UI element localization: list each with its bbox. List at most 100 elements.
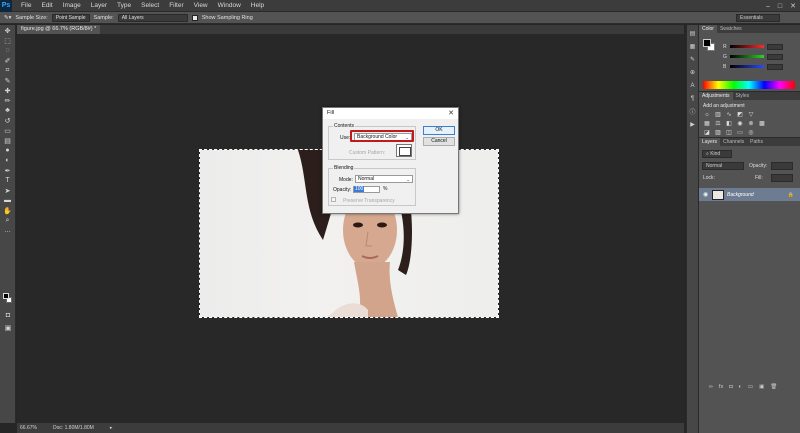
tab-swatches[interactable]: Swatches [717,25,745,33]
brush-tool-icon[interactable]: ✏ [3,96,13,105]
marquee-tool-icon[interactable]: ⬚ [3,36,13,45]
menu-layer[interactable]: Layer [86,0,112,12]
minimize-icon[interactable]: – [766,3,770,10]
photo-filter-icon[interactable]: ◉ [736,120,744,127]
layer-kind-filter[interactable]: ⌕ Kind [702,150,732,158]
menu-select[interactable]: Select [136,0,164,12]
invert-icon[interactable]: ◪ [703,129,711,136]
ok-button[interactable]: OK [423,126,455,135]
tab-color[interactable]: Color [699,25,717,33]
channel-r-slider[interactable] [730,45,764,48]
gradient-tool-icon[interactable]: ▤ [3,136,13,145]
black-white-icon[interactable]: ◧ [725,120,733,127]
link-layers-icon[interactable]: ∞ [709,384,713,390]
actions-panel-icon[interactable]: ▶ [688,120,697,129]
info-panel-icon[interactable]: ⓘ [688,107,697,116]
paragraph-panel-icon[interactable]: ¶ [688,94,697,103]
new-layer-icon[interactable]: ▣ [759,384,764,390]
character-panel-icon[interactable]: A [688,81,697,90]
workspace-select[interactable]: Essentials [736,14,780,22]
type-tool-icon[interactable]: T [3,176,13,185]
menu-file[interactable]: File [16,0,36,12]
blur-tool-icon[interactable]: ● [3,146,13,155]
cancel-button[interactable]: Cancel [423,137,455,146]
layer-name[interactable]: Background [727,192,754,198]
posterize-icon[interactable]: ▨ [714,129,722,136]
tab-paths[interactable]: Paths [747,138,766,146]
opacity-input[interactable]: 100 [353,186,380,193]
threshold-icon[interactable]: ◫ [725,129,733,136]
blend-mode-select[interactable]: Normal [702,162,744,170]
sample-size-select[interactable]: Point Sample [51,13,90,22]
color-balance-icon[interactable]: ⚖ [714,120,722,127]
delete-layer-icon[interactable]: 🗑 [770,384,777,390]
tab-adjustments[interactable]: Adjustments [699,92,733,100]
layer-row-background[interactable]: ◉ Background 🔒 [699,188,800,201]
shape-tool-icon[interactable]: ▬ [3,196,13,205]
channel-g-input[interactable] [767,53,783,60]
zoom-level[interactable]: 66.67% [20,425,37,431]
menu-filter[interactable]: Filter [164,0,188,12]
path-select-icon[interactable]: ➤ [3,186,13,195]
foreground-color-swatch[interactable] [3,293,9,299]
color-panel-fg-swatch[interactable] [703,39,711,47]
new-adjustment-icon[interactable]: ◐ [739,384,742,390]
color-lookup-icon[interactable]: ▩ [758,120,766,127]
crop-tool-icon[interactable]: ⌗ [3,66,13,75]
dodge-tool-icon[interactable]: ◐ [3,156,13,165]
healing-brush-icon[interactable]: ✚ [3,86,13,95]
gradient-map-icon[interactable]: ▭ [736,129,744,136]
clone-stamp-icon[interactable]: ♣ [3,106,13,115]
eraser-tool-icon[interactable]: ▭ [3,126,13,135]
add-mask-icon[interactable]: ◘ [729,384,732,390]
layer-lock-icon[interactable]: 🔒 [788,192,794,198]
move-tool-icon[interactable]: ✥ [3,26,13,35]
menu-edit[interactable]: Edit [36,0,57,12]
preserve-transparency-checkbox[interactable] [331,197,336,202]
maximize-icon[interactable]: □ [778,3,782,10]
brightness-icon[interactable]: ☼ [703,111,711,118]
layer-opacity-input[interactable] [771,162,793,170]
vibrance-icon[interactable]: ▽ [747,111,755,118]
levels-icon[interactable]: ▥ [714,111,722,118]
show-sampling-ring-checkbox[interactable] [191,14,198,21]
channel-b-input[interactable] [767,63,783,70]
menu-image[interactable]: Image [58,0,86,12]
hand-tool-icon[interactable]: ✋ [3,206,13,215]
mode-select[interactable]: Normal ⌄ [355,175,413,183]
zoom-tool-icon[interactable]: ⌕ [3,216,13,225]
menu-view[interactable]: View [189,0,213,12]
status-arrow-icon[interactable]: ▸ [110,425,113,431]
history-brush-icon[interactable]: ↺ [3,116,13,125]
dialog-close-icon[interactable]: ✕ [448,108,454,119]
quick-select-tool-icon[interactable]: ✐ [3,56,13,65]
pen-tool-icon[interactable]: ✒ [3,166,13,175]
screen-mode-icon[interactable]: ▣ [3,323,13,332]
properties-panel-icon[interactable]: ▦ [688,42,697,51]
clone-source-icon[interactable]: ⊕ [688,68,697,77]
tab-channels[interactable]: Channels [720,138,747,146]
close-icon[interactable]: ✕ [790,2,796,10]
history-panel-icon[interactable]: ▤ [688,29,697,38]
eyedropper-tool-icon[interactable]: ✎▾ [4,15,11,21]
exposure-icon[interactable]: ◩ [736,111,744,118]
quick-mask-icon[interactable]: ◘ [3,311,13,320]
eyedropper-icon[interactable]: ✎ [3,76,13,85]
channel-b-slider[interactable] [730,65,764,68]
visibility-eye-icon[interactable]: ◉ [703,191,709,198]
channel-mixer-icon[interactable]: ⊗ [747,120,755,127]
lasso-tool-icon[interactable]: ◌ [3,46,13,55]
more-tools-icon[interactable]: … [3,226,13,235]
sample-select[interactable]: All Layers [117,13,188,22]
document-tab[interactable]: figure.jpg @ 66.7% (RGB/8#) * [17,25,101,34]
tab-styles[interactable]: Styles [733,92,753,100]
brush-panel-icon[interactable]: ✎ [688,55,697,64]
color-spectrum[interactable] [703,81,795,89]
new-group-icon[interactable]: ▭ [748,384,753,390]
channel-g-slider[interactable] [730,55,764,58]
channel-r-input[interactable] [767,43,783,50]
layer-fill-input[interactable] [771,174,793,182]
selective-color-icon[interactable]: ◎ [747,129,755,136]
menu-help[interactable]: Help [246,0,269,12]
tab-layers[interactable]: Layers [699,138,721,146]
